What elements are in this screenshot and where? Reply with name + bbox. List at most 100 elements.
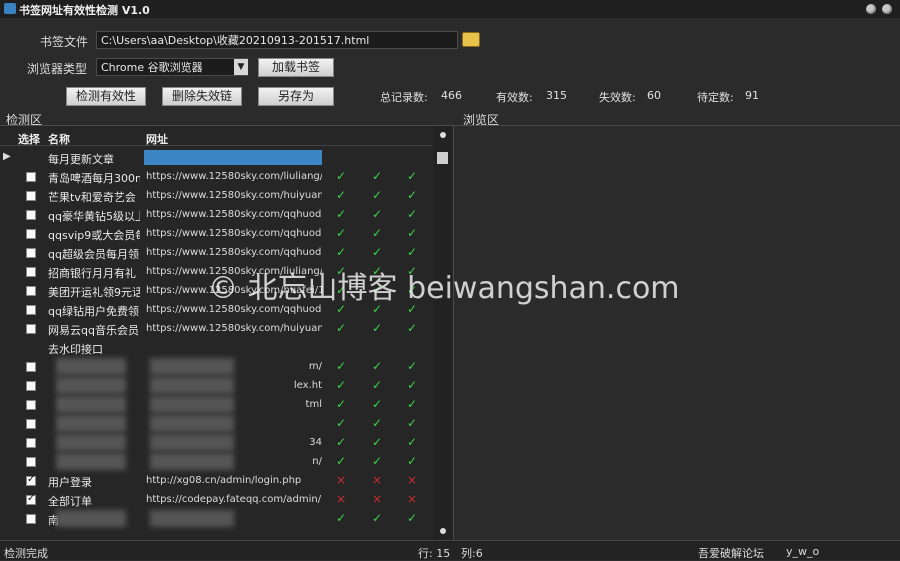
chevron-down-icon[interactable]: ▼ bbox=[234, 59, 248, 75]
load-bookmarks-button[interactable]: 加载书签 bbox=[258, 58, 334, 77]
row-name[interactable]: qq超级会员每月领 bbox=[48, 246, 140, 262]
table-row[interactable] bbox=[0, 528, 432, 540]
check-mark-icon: ✓ bbox=[407, 188, 418, 202]
table-row[interactable]: 用户登录 http://xg08.cn/admin/login.php × × × bbox=[0, 471, 432, 490]
table-row[interactable]: lex.ht ✓ ✓ ✓ bbox=[0, 376, 432, 395]
header-url[interactable]: 网址 bbox=[146, 131, 168, 147]
row-checkbox[interactable] bbox=[26, 324, 36, 334]
check-mark-icon: ✓ bbox=[407, 378, 418, 392]
invalid-value: 60 bbox=[647, 89, 661, 102]
redacted-name-blur bbox=[56, 377, 126, 394]
row-checkbox[interactable] bbox=[26, 493, 36, 505]
folder-open-icon[interactable] bbox=[462, 32, 480, 47]
browse-panel[interactable] bbox=[458, 126, 900, 540]
table-row[interactable]: 去水印接口 bbox=[0, 338, 432, 357]
cross-mark-icon: × bbox=[407, 473, 418, 487]
selected-cell-highlight[interactable] bbox=[144, 150, 322, 165]
browser-select[interactable]: Chrome 谷歌浏览器 bbox=[96, 58, 248, 76]
status-bar: 检测完成 行: 15 列:6 吾爱破解论坛 y_w_o bbox=[0, 540, 900, 560]
row-checkbox[interactable] bbox=[26, 362, 36, 372]
row-checkbox[interactable] bbox=[26, 438, 36, 448]
row-name[interactable]: 美团开运礼领9元话 bbox=[48, 284, 140, 300]
row-name[interactable]: qq绿钻用户免费领 bbox=[48, 303, 140, 319]
row-url[interactable]: http://xg08.cn/admin/login.php bbox=[146, 475, 322, 486]
forum-name: 吾爱破解论坛 bbox=[698, 547, 764, 560]
table-row[interactable]: qq超级会员每月领 https://www.12580sky.com/qqhuod… bbox=[0, 243, 432, 262]
row-name[interactable]: qq豪华黄钻5级以上 bbox=[48, 208, 140, 224]
row-name[interactable]: 全部订单 bbox=[48, 493, 140, 509]
row-checkbox[interactable] bbox=[26, 191, 36, 201]
table-row[interactable]: qq豪华黄钻5级以上 https://www.12580sky.com/qqhuo… bbox=[0, 205, 432, 224]
row-checkbox[interactable] bbox=[26, 172, 36, 182]
vertical-scrollbar[interactable] bbox=[434, 126, 452, 540]
header-name[interactable]: 名称 bbox=[48, 131, 70, 147]
row-url[interactable]: https://www.12580sky.com/qqhuodong/ bbox=[146, 209, 322, 220]
row-checkbox[interactable] bbox=[26, 286, 36, 296]
row-url[interactable]: https://codepay.fateqq.com/admin/#/or bbox=[146, 494, 322, 505]
row-name[interactable]: 青岛啤酒每月300m bbox=[48, 170, 140, 186]
cross-mark-icon: × bbox=[372, 473, 383, 487]
pending-value: 91 bbox=[745, 89, 759, 102]
row-name[interactable]: 芒果tv和爱奇艺会 bbox=[48, 189, 140, 205]
check-mark-icon: ✓ bbox=[336, 416, 347, 430]
row-checkbox[interactable] bbox=[26, 305, 36, 315]
row-checkbox[interactable] bbox=[26, 474, 36, 486]
check-mark-icon: ✓ bbox=[336, 245, 347, 259]
table-row[interactable]: 芒果tv和爱奇艺会 https://www.12580sky.com/huiyua… bbox=[0, 186, 432, 205]
check-validity-button[interactable]: 检测有效性 bbox=[66, 87, 146, 106]
save-as-button[interactable]: 另存为 bbox=[258, 87, 334, 106]
table-row[interactable]: m/✓ ✓ ✓ bbox=[0, 357, 432, 376]
table-row[interactable]: 南 ✓ ✓ ✓ bbox=[0, 509, 432, 528]
delete-invalid-button[interactable]: 删除失效链 bbox=[162, 87, 242, 106]
redacted-name-blur bbox=[56, 396, 126, 413]
row-checkbox[interactable] bbox=[26, 210, 36, 220]
table-row[interactable]: 网易云qq音乐会员 https://www.12580sky.com/huiyua… bbox=[0, 319, 432, 338]
row-checkbox[interactable] bbox=[26, 229, 36, 239]
row-url[interactable]: https://www.12580sky.com/liuliang/1552 bbox=[146, 171, 322, 182]
close-button[interactable] bbox=[882, 4, 892, 14]
row-checkbox[interactable] bbox=[26, 248, 36, 258]
check-mark-icon: ✓ bbox=[336, 397, 347, 411]
table-row[interactable]: 青岛啤酒每月300m https://www.12580sky.com/liuli… bbox=[0, 167, 432, 186]
table-row[interactable]: 全部订单 https://codepay.fateqq.com/admin/#/o… bbox=[0, 490, 432, 509]
scroll-up-icon[interactable] bbox=[440, 132, 446, 138]
check-mark-icon: ✓ bbox=[372, 378, 383, 392]
minimize-button[interactable] bbox=[866, 4, 876, 14]
check-mark-icon: ✓ bbox=[407, 226, 418, 240]
table-row[interactable]: 34 ✓ ✓ ✓ bbox=[0, 433, 432, 452]
table-row[interactable]: n/✓ ✓ ✓ bbox=[0, 452, 432, 471]
check-mark-icon: ✓ bbox=[372, 359, 383, 373]
row-url[interactable]: https://www.12580sky.com/qqhuodong/ bbox=[146, 247, 322, 258]
file-path-input[interactable]: C:\Users\aa\Desktop\收藏20210913-201517.ht… bbox=[96, 31, 458, 49]
table-row[interactable]: tml ✓ ✓ ✓ bbox=[0, 395, 432, 414]
table-row[interactable]: ▶ 每月更新文章 bbox=[0, 148, 432, 167]
check-mark-icon: ✓ bbox=[336, 207, 347, 221]
row-checkbox[interactable] bbox=[26, 267, 36, 277]
row-name[interactable]: 去水印接口 bbox=[48, 341, 140, 357]
scroll-down-icon[interactable] bbox=[440, 528, 446, 534]
row-checkbox[interactable] bbox=[26, 514, 36, 524]
check-mark-icon: ✓ bbox=[372, 188, 383, 202]
check-mark-icon: ✓ bbox=[372, 226, 383, 240]
row-checkbox[interactable] bbox=[26, 419, 36, 429]
row-name[interactable]: 用户登录 bbox=[48, 474, 140, 490]
scroll-thumb[interactable] bbox=[437, 152, 448, 164]
header-select[interactable]: 选择 bbox=[18, 131, 40, 147]
table-row[interactable]: qqsvip9或大会员每 https://www.12580sky.com/qqh… bbox=[0, 224, 432, 243]
row-checkbox[interactable] bbox=[26, 457, 36, 467]
total-value: 466 bbox=[441, 89, 462, 102]
row-name[interactable]: qqsvip9或大会员每 bbox=[48, 227, 140, 243]
redacted-url-blur bbox=[150, 358, 234, 375]
window-title: 书签网址有效性检测 V1.0 bbox=[19, 4, 150, 17]
row-url[interactable]: https://www.12580sky.com/huiyuan/184 bbox=[146, 190, 322, 201]
row-name[interactable]: 每月更新文章 bbox=[48, 151, 140, 167]
row-checkbox[interactable] bbox=[26, 381, 36, 391]
app-icon bbox=[4, 3, 16, 14]
table-row[interactable]: ✓ ✓ ✓ bbox=[0, 414, 432, 433]
row-name[interactable]: 网易云qq音乐会员 bbox=[48, 322, 140, 338]
row-url[interactable]: https://www.12580sky.com/huiyuan/171 bbox=[146, 323, 322, 334]
row-name[interactable]: 招商银行月月有礼 bbox=[48, 265, 140, 281]
row-checkbox[interactable] bbox=[26, 400, 36, 410]
bookmark-table[interactable]: 选择 名称 网址 ▶ 每月更新文章青岛啤酒每月300m https://www.12… bbox=[0, 126, 454, 540]
row-url[interactable]: https://www.12580sky.com/qqhuodong/ bbox=[146, 228, 322, 239]
